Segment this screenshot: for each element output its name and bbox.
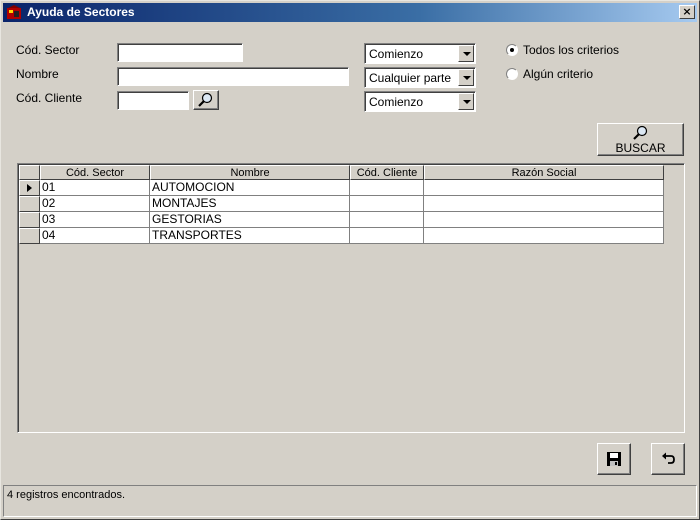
cell-razon-social[interactable] [424,196,664,212]
cell-nombre[interactable]: TRANSPORTES [150,228,350,244]
cell-razon-social[interactable] [424,228,664,244]
status-bar: 4 registros encontrados. [3,485,697,517]
nombre-match-value: Cualquier parte [369,71,452,85]
undo-button[interactable] [651,443,685,475]
cell-razon-social[interactable] [424,212,664,228]
cod-cliente-input[interactable] [117,91,189,110]
status-text: 4 registros encontrados. [7,489,126,501]
grid-header-selector [19,165,40,180]
cell-cod-cliente[interactable] [350,180,424,196]
undo-arrow-icon [662,452,675,464]
cell-razon-social[interactable] [424,180,664,196]
buscar-button-label: BUSCAR [615,141,666,155]
table-row[interactable]: 02 MONTAJES [19,196,664,212]
table-row[interactable]: 03 GESTORIAS [19,212,664,228]
results-grid[interactable]: Cód. Sector Nombre Cód. Cliente Razón So… [17,163,685,433]
buscar-button[interactable]: BUSCAR [597,123,684,156]
column-header-nombre[interactable]: Nombre [150,165,350,180]
app-logo-icon [7,5,21,19]
cod-sector-match-value: Comienzo [369,47,424,61]
chevron-down-icon[interactable] [458,93,474,110]
cell-cod-cliente[interactable] [350,228,424,244]
cod-cliente-match-select[interactable]: Comienzo [364,91,476,112]
close-button[interactable]: × [679,5,695,19]
cell-cod-cliente[interactable] [350,212,424,228]
cod-cliente-lookup-button[interactable] [193,90,219,110]
column-header-razon-social[interactable]: Razón Social [424,165,664,180]
nombre-label: Nombre [16,67,59,81]
cell-nombre[interactable]: MONTAJES [150,196,350,212]
cell-cod-sector[interactable]: 04 [40,228,150,244]
row-selector[interactable] [19,196,40,212]
cell-nombre[interactable]: AUTOMOCION [150,180,350,196]
column-header-cod-cliente[interactable]: Cód. Cliente [350,165,424,180]
row-selector[interactable] [19,228,40,244]
app-window: Ayuda de Sectores × Cód. Sector Nombre C… [0,0,700,520]
chevron-down-icon[interactable] [458,69,474,86]
row-selector-indicator[interactable] [19,180,40,196]
cell-cod-sector[interactable]: 03 [40,212,150,228]
criteria-all-radio[interactable] [506,44,518,56]
criteria-any-label: Algún criterio [523,67,594,81]
cod-sector-label: Cód. Sector [16,43,80,57]
close-icon: × [682,5,692,18]
magnifier-icon [198,92,213,107]
window-title: Ayuda de Sectores [27,5,135,19]
floppy-disk-icon [607,452,621,466]
table-row[interactable]: 01 AUTOMOCION [19,180,664,196]
cell-nombre[interactable]: GESTORIAS [150,212,350,228]
table-row[interactable]: 04 TRANSPORTES [19,228,664,244]
save-button[interactable] [597,443,631,475]
cell-cod-sector[interactable]: 02 [40,196,150,212]
nombre-input[interactable] [117,67,349,86]
row-selector[interactable] [19,212,40,228]
nombre-match-select[interactable]: Cualquier parte [364,67,476,88]
chevron-down-icon[interactable] [458,45,474,62]
grid-body: 01 AUTOMOCION 02 MONTAJES 03 GESTORIAS 0… [19,180,664,244]
cod-cliente-label: Cód. Cliente [16,91,83,105]
cod-sector-match-select[interactable]: Comienzo [364,43,476,64]
cell-cod-cliente[interactable] [350,196,424,212]
magnifier-icon [633,125,648,140]
criteria-any-radio[interactable] [506,68,518,80]
cell-cod-sector[interactable]: 01 [40,180,150,196]
grid-header: Cód. Sector Nombre Cód. Cliente Razón So… [19,165,664,180]
cod-cliente-match-value: Comienzo [369,95,424,109]
criteria-all-label: Todos los criterios [523,43,620,57]
cod-sector-input[interactable] [117,43,243,62]
title-bar[interactable]: Ayuda de Sectores × [3,3,697,22]
column-header-cod-sector[interactable]: Cód. Sector [40,165,150,180]
